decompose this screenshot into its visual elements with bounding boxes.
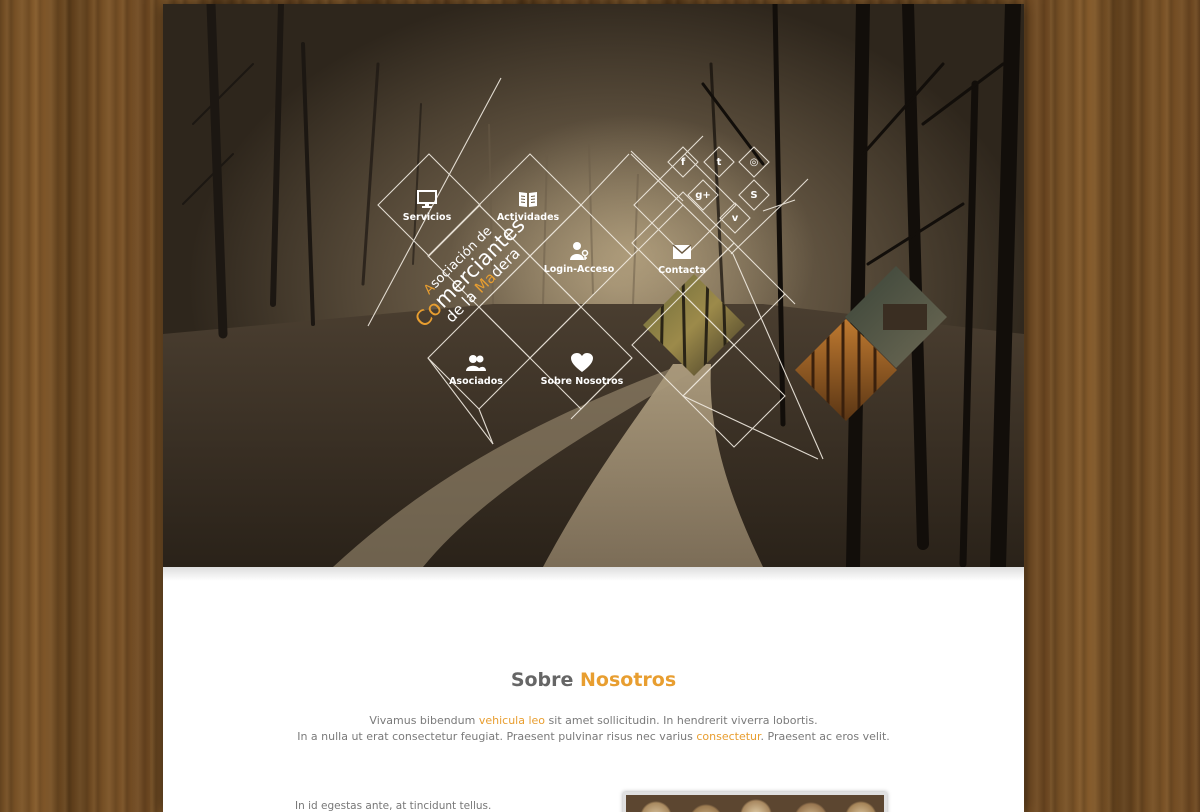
intro-line-2: In a nulla ut erat consectetur feugiat. … [163, 729, 1024, 745]
intro-text-2b: . Praesent ac eros velit. [760, 730, 890, 743]
section-title: Sobre Nosotros [163, 669, 1024, 691]
wood-logs-image [623, 792, 887, 812]
column-text: In id egestas ante, at tincidunt tellus. [295, 800, 492, 812]
twitter-icon[interactable]: t [707, 150, 731, 174]
section-title-accent: Nosotros [580, 669, 677, 691]
heart-icon [571, 352, 593, 374]
section-intro: Vivamus bibendum vehicula leo sit amet s… [163, 713, 1024, 745]
monitor-icon [417, 188, 437, 210]
nav-sobre-nosotros[interactable]: Sobre Nosotros [537, 352, 627, 392]
intro-text-1b: sit amet sollicitudin. In hendrerit vive… [545, 714, 818, 727]
nav-asociados[interactable]: Asociados [431, 352, 521, 392]
skype-icon[interactable]: S [742, 183, 766, 207]
page-container: Asociación de Comerciantes de la Madera … [163, 4, 1024, 812]
dribbble-icon[interactable]: ◎ [742, 150, 766, 174]
facebook-icon[interactable]: f [671, 150, 695, 174]
people-icon [465, 352, 487, 374]
nav-contacta-label: Contacta [658, 265, 706, 276]
nav-contacta[interactable]: Contacta [637, 241, 727, 281]
hero-banner: Asociación de Comerciantes de la Madera … [163, 4, 1024, 567]
hero-divider-shadow [163, 567, 1024, 581]
envelope-icon [672, 241, 692, 263]
intro-line-1: Vivamus bibendum vehicula leo sit amet s… [163, 713, 1024, 729]
section-title-plain: Sobre [510, 669, 581, 691]
nav-sobre-nosotros-label: Sobre Nosotros [540, 376, 624, 387]
nav-actividades[interactable]: Actividades [483, 188, 573, 228]
book-icon [518, 188, 538, 210]
nav-servicios-label: Servicios [402, 212, 452, 223]
intro-text-1a: Vivamus bibendum [369, 714, 479, 727]
nav-asociados-label: Asociados [449, 376, 503, 387]
nav-login[interactable]: Login-Acceso [534, 240, 624, 280]
google-plus-icon[interactable]: g+ [691, 183, 715, 207]
intro-link-consectetur[interactable]: consectetur [696, 730, 760, 743]
intro-text-2a: In a nulla ut erat consectetur feugiat. … [297, 730, 697, 743]
nav-login-label: Login-Acceso [543, 264, 615, 275]
users-key-icon [568, 240, 590, 262]
nav-actividades-label: Actividades [496, 212, 560, 223]
vimeo-icon[interactable]: v [723, 206, 747, 230]
nav-servicios[interactable]: Servicios [382, 188, 472, 228]
forest-background [163, 4, 1024, 567]
intro-link-vehicula[interactable]: vehicula leo [479, 714, 545, 727]
